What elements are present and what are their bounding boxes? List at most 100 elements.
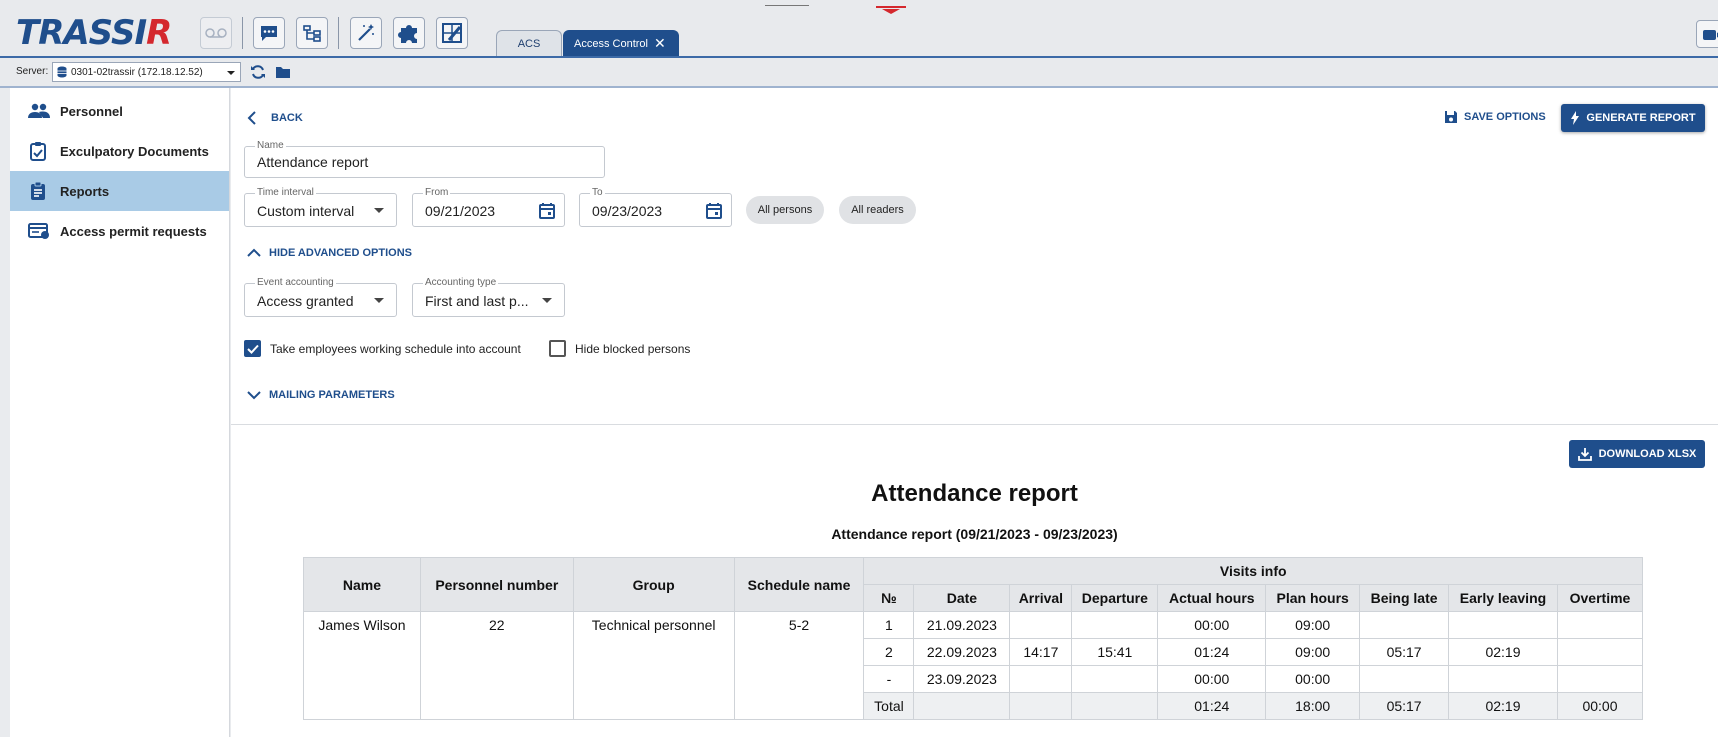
sidebar-item-access-permit-requests[interactable]: Access permit requests — [10, 211, 229, 251]
total-overtime-cell: 00:00 — [1556, 692, 1644, 720]
hierarchy-icon[interactable] — [296, 17, 328, 49]
sidebar-item-reports[interactable]: Reports — [10, 171, 229, 211]
lightning-icon — [1571, 111, 1580, 125]
checkbox-checked-icon[interactable] — [244, 340, 261, 357]
early-leaving-cell — [1448, 611, 1558, 639]
chat-icon[interactable] — [253, 17, 285, 49]
schedule-checkbox[interactable]: Take employees working schedule into acc… — [244, 340, 521, 357]
all-persons-chip[interactable]: All persons — [746, 196, 824, 224]
tab-label: Access Control — [574, 37, 648, 50]
tab-access-control[interactable]: Access Control ✕ — [563, 30, 679, 56]
hide-blocked-checkbox[interactable]: Hide blocked persons — [549, 340, 690, 357]
generate-report-label: GENERATE REPORT — [1586, 112, 1696, 124]
tab-acs[interactable]: ACS — [496, 30, 562, 56]
server-value: 0301-02trassir (172.18.12.52) — [71, 66, 203, 78]
toolbar-separator — [242, 17, 243, 49]
puzzle-icon[interactable] — [393, 17, 425, 49]
id-card-icon — [28, 222, 50, 240]
report-title: Attendance report — [871, 480, 1078, 507]
chevron-down-icon — [374, 208, 384, 213]
toolbar-separator — [338, 17, 339, 49]
sidebar-item-personnel[interactable]: Personnel — [10, 91, 229, 131]
sidebar-item-label: Reports — [60, 183, 110, 199]
folder-icon[interactable] — [275, 64, 291, 80]
early-leaving-cell: 02:19 — [1448, 638, 1558, 666]
back-button[interactable]: BACK — [247, 111, 303, 125]
date-cell: 22.09.2023 — [913, 638, 1011, 666]
clipboard-check-icon — [28, 141, 50, 161]
from-date-field[interactable]: From 09/21/2023 — [412, 187, 565, 227]
camera-icon[interactable] — [1696, 20, 1718, 48]
decorative-line — [765, 5, 809, 6]
chevron-down-icon — [247, 391, 261, 400]
personnel-number-cell: 22 — [419, 611, 574, 720]
actual-hours-cell: 00:00 — [1157, 665, 1267, 693]
accounting-type-select[interactable]: Accounting type First and last p... — [412, 277, 565, 317]
actual-hours-cell: 00:00 — [1157, 611, 1267, 639]
all-readers-chip[interactable]: All readers — [839, 196, 916, 224]
attendance-table: Name Personnel number Group Schedule nam… — [303, 557, 1644, 720]
visits-info-header: Visits info — [863, 557, 1643, 585]
total-date-cell — [913, 692, 1011, 720]
from-value: 09/21/2023 — [425, 203, 496, 219]
checkbox-unchecked-icon[interactable] — [549, 340, 566, 357]
hide-advanced-options-toggle[interactable]: HIDE ADVANCED OPTIONS — [247, 247, 412, 259]
save-options-button[interactable]: SAVE OPTIONS — [1444, 110, 1546, 124]
download-xlsx-button[interactable]: DOWNLOAD XLSX — [1569, 440, 1705, 468]
time-interval-value: Custom interval — [257, 203, 355, 219]
hide-blocked-label: Hide blocked persons — [575, 341, 691, 356]
mailing-parameters-label: MAILING PARAMETERS — [269, 389, 395, 401]
overtime-cell — [1556, 611, 1644, 639]
to-date-field[interactable]: To 09/23/2023 — [579, 187, 732, 227]
save-icon — [1445, 111, 1457, 123]
event-accounting-label: Event accounting — [255, 277, 336, 288]
arrival-cell: 14:17 — [1009, 638, 1073, 666]
col-being-late-header: Being late — [1359, 584, 1450, 612]
person-name-cell: James Wilson — [303, 611, 421, 720]
close-icon[interactable]: ✕ — [654, 35, 666, 52]
actual-hours-cell: 01:24 — [1157, 638, 1267, 666]
accounting-type-value: First and last p... — [425, 293, 529, 309]
download-xlsx-label: DOWNLOAD XLSX — [1598, 448, 1697, 460]
generate-report-button[interactable]: GENERATE REPORT — [1561, 104, 1705, 132]
time-interval-select[interactable]: Time interval Custom interval — [244, 187, 397, 227]
no-cell: 1 — [863, 611, 915, 639]
col-overtime-header: Overtime — [1556, 584, 1644, 612]
from-label: From — [423, 187, 451, 198]
name-field[interactable]: Name Attendance report — [244, 140, 605, 178]
no-cell: 2 — [863, 638, 915, 666]
people-icon — [28, 103, 50, 119]
col-name-header: Name — [303, 557, 421, 612]
col-actual-hours-header: Actual hours — [1157, 584, 1267, 612]
calendar-icon[interactable] — [538, 202, 556, 220]
group-cell: Technical personnel — [572, 611, 735, 720]
col-personnel-number-header: Personnel number — [419, 557, 574, 612]
wand-icon[interactable] — [350, 17, 382, 49]
col-departure-header: Departure — [1071, 584, 1159, 612]
sidebar-item-exculpatory-documents[interactable]: Exculpatory Documents — [10, 131, 229, 171]
col-arrival-header: Arrival — [1009, 584, 1073, 612]
departure-cell — [1071, 611, 1159, 639]
total-label-cell: Total — [863, 692, 915, 720]
chevron-down-icon — [227, 71, 235, 75]
sidebar-item-label: Exculpatory Documents — [60, 143, 209, 159]
mailing-parameters-toggle[interactable]: MAILING PARAMETERS — [247, 389, 395, 401]
refresh-icon[interactable] — [250, 64, 266, 80]
name-field-label: Name — [255, 140, 286, 151]
departure-cell: 15:41 — [1071, 638, 1159, 666]
col-no-header: № — [863, 584, 915, 612]
departure-cell — [1071, 665, 1159, 693]
early-leaving-cell — [1448, 665, 1558, 693]
plan-hours-cell: 09:00 — [1265, 611, 1361, 639]
save-options-label: SAVE OPTIONS — [1464, 111, 1546, 123]
calendar-icon[interactable] — [705, 202, 723, 220]
drag-handle-icon[interactable] — [876, 6, 906, 14]
section-divider — [231, 424, 1718, 425]
server-select[interactable]: 0301-02trassir (172.18.12.52) — [52, 62, 241, 82]
layout-edit-icon[interactable] — [436, 17, 468, 49]
schedule-name-cell: 5-2 — [733, 611, 865, 720]
event-accounting-select[interactable]: Event accounting Access granted — [244, 277, 397, 317]
chevron-down-icon — [374, 298, 384, 303]
total-arrival-cell — [1009, 692, 1073, 720]
voicemail-icon[interactable] — [200, 17, 232, 49]
